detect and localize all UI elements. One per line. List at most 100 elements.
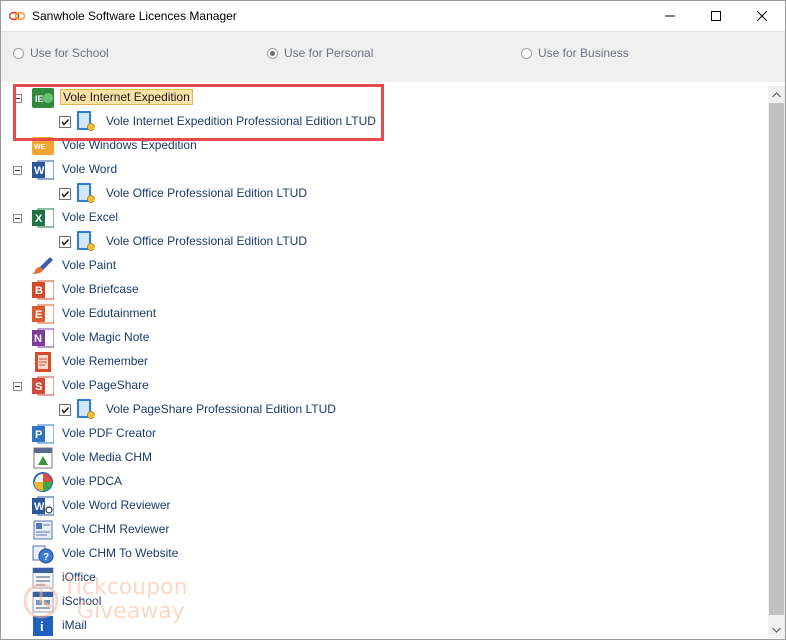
tree-node-label: iOffice — [62, 570, 96, 584]
licence-checkbox[interactable] — [59, 236, 71, 248]
tree-node[interactable]: Vole Paint — [1, 254, 767, 278]
tree-node[interactable]: S Vole PageShare — [1, 374, 767, 398]
tree-node-label: Vole Word — [62, 162, 118, 176]
close-button[interactable] — [739, 1, 785, 31]
scroll-down-button[interactable] — [768, 621, 785, 638]
pdca-icon — [33, 472, 53, 492]
svg-text:P: P — [35, 429, 42, 441]
tree-node-label: iMail — [62, 618, 87, 632]
window-title: Sanwhole Software Licences Manager — [32, 9, 237, 23]
word-icon: W — [32, 160, 54, 180]
tree-node[interactable]: E Vole Edutainment — [1, 302, 767, 326]
word-reviewer-icon: W — [32, 496, 54, 516]
tree-child-node[interactable]: Vole PageShare Professional Edition LTUD — [1, 398, 767, 422]
tree-node[interactable]: Vole Media CHM — [1, 446, 767, 470]
licence-checkbox[interactable] — [59, 116, 71, 128]
tree-node-label: Vole Remember — [62, 354, 149, 368]
tree-node[interactable]: W Vole Word Reviewer — [1, 494, 767, 518]
tree-child-node[interactable]: Vole Internet Expedition Professional Ed… — [1, 110, 767, 134]
tree-node-label: Vole Word Reviewer — [62, 498, 171, 512]
tree-node[interactable]: Vole Remember — [1, 350, 767, 374]
chm-to-website-icon: ? — [32, 545, 54, 564]
tree-node[interactable]: iOffice — [1, 566, 767, 590]
scrollbar-thumb[interactable] — [769, 103, 784, 615]
chevron-down-icon — [772, 627, 781, 633]
tree-node-label: Vole Magic Note — [62, 330, 150, 344]
internet-expedition-icon: IE — [32, 88, 54, 108]
minimize-icon — [665, 15, 675, 17]
tree-node-label: Vole Windows Expedition — [62, 138, 197, 152]
tree-node[interactable]: IE Vole Internet Expedition — [1, 86, 767, 110]
radio-use-for-personal[interactable]: Use for Personal — [267, 46, 373, 60]
chevron-up-icon — [772, 91, 781, 97]
svg-text:N: N — [34, 333, 42, 345]
tree-node-label: Vole Briefcase — [62, 282, 139, 296]
svg-text:WE: WE — [34, 144, 46, 151]
tree-node[interactable]: i iMail — [1, 614, 767, 638]
tree-child-node[interactable]: Vole Office Professional Edition LTUD — [1, 230, 767, 254]
tree-node-label: Vole Paint — [62, 258, 117, 272]
tree-node[interactable]: Vole PDCA — [1, 470, 767, 494]
tree-node-label: Vole Office Professional Edition LTUD — [106, 234, 307, 248]
license-key-icon — [77, 183, 95, 203]
tree-node-label: Vole PDF Creator — [62, 426, 157, 440]
maximize-button[interactable] — [693, 1, 739, 31]
svg-text:IE: IE — [35, 94, 44, 104]
tree-node[interactable]: ? Vole CHM To Website — [1, 542, 767, 566]
title-bar[interactable]: Sanwhole Software Licences Manager — [1, 1, 785, 31]
radio-use-for-business[interactable]: Use for Business — [521, 46, 629, 60]
svg-text:E: E — [35, 309, 42, 321]
remember-icon — [35, 352, 51, 372]
collapse-toggle[interactable] — [13, 94, 22, 103]
license-key-icon — [77, 399, 95, 419]
collapse-toggle[interactable] — [13, 214, 22, 223]
tree-node[interactable]: B Vole Briefcase — [1, 278, 767, 302]
tree-node[interactable]: iSchool — [1, 590, 767, 614]
media-chm-icon — [33, 447, 53, 469]
close-icon — [757, 11, 767, 21]
usage-mode-bar: Use for School Use for Personal Use for … — [1, 31, 785, 82]
tree-node[interactable]: P Vole PDF Creator — [1, 422, 767, 446]
tree-node[interactable]: W Vole Word — [1, 158, 767, 182]
vertical-scrollbar[interactable] — [768, 86, 785, 638]
collapse-toggle[interactable] — [13, 166, 22, 175]
radio-circle — [267, 47, 278, 59]
tree-node-label: Vole PDCA — [62, 474, 123, 488]
svg-text:i: i — [40, 619, 44, 634]
briefcase-icon: B — [32, 280, 54, 300]
license-key-icon — [77, 231, 95, 251]
licence-tree[interactable]: IE Vole Internet Expedition Vole Interne… — [1, 82, 767, 638]
tree-node-label: Vole Edutainment — [62, 306, 157, 320]
pdf-creator-icon: P — [32, 424, 54, 444]
paint-brush-icon — [33, 257, 53, 274]
minimize-button[interactable] — [647, 1, 693, 31]
svg-text:X: X — [35, 213, 43, 225]
tree-node-label: Vole Internet Expedition — [60, 89, 193, 105]
tree-node-label: Vole Media CHM — [62, 450, 153, 464]
magic-note-icon: N — [32, 328, 54, 348]
tree-node-label: iSchool — [62, 594, 102, 608]
radio-label: Use for School — [30, 46, 109, 60]
pageshare-icon: S — [32, 376, 54, 396]
tree-node-label: Vole CHM Reviewer — [62, 522, 170, 536]
licence-checkbox[interactable] — [59, 404, 71, 416]
collapse-toggle[interactable] — [13, 382, 22, 391]
tree-node[interactable]: X Vole Excel — [1, 206, 767, 230]
tree-node-label: Vole Office Professional Edition LTUD — [106, 186, 307, 200]
tree-node-label: Vole PageShare — [62, 378, 149, 392]
tree-node-label: Vole Excel — [62, 210, 119, 224]
licence-checkbox[interactable] — [59, 188, 71, 200]
windows-expedition-icon: WE — [32, 137, 54, 155]
radio-circle — [521, 47, 532, 59]
tree-node[interactable]: N Vole Magic Note — [1, 326, 767, 350]
svg-text:W: W — [34, 165, 45, 177]
tree-node[interactable]: WE Vole Windows Expedition — [1, 134, 767, 158]
excel-icon: X — [32, 208, 54, 228]
scroll-up-button[interactable] — [768, 86, 785, 103]
tree-node[interactable]: Vole CHM Reviewer — [1, 518, 767, 542]
tree-child-node[interactable]: Vole Office Professional Edition LTUD — [1, 182, 767, 206]
svg-text:B: B — [35, 285, 43, 297]
edutainment-icon: E — [32, 304, 54, 324]
svg-text:?: ? — [43, 552, 49, 563]
radio-use-for-school[interactable]: Use for School — [13, 46, 109, 60]
